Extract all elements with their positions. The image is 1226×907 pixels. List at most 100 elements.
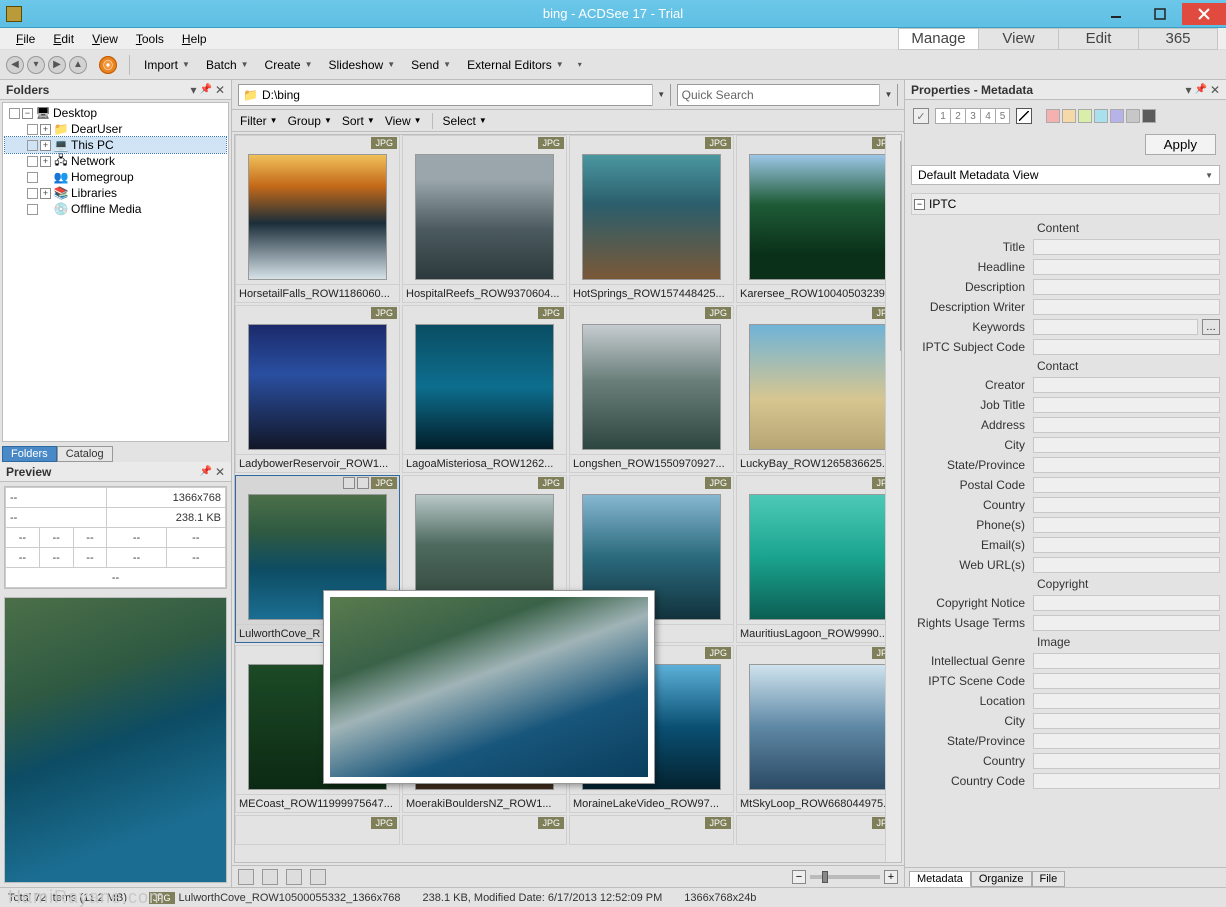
mode-manage[interactable]: Manage	[898, 28, 978, 50]
expand-icon[interactable]: +	[40, 188, 51, 199]
close-panel-icon[interactable]: ✕	[1210, 83, 1220, 97]
node-checkbox[interactable]	[27, 140, 38, 151]
rating-5-button[interactable]: 5	[995, 108, 1010, 124]
overlay-icon[interactable]	[357, 477, 369, 489]
thumbnail-card[interactable]: JPG MtSkyLoop_ROW668044975...	[736, 645, 901, 813]
field-input[interactable]	[1033, 397, 1220, 413]
slideshow-dropdown[interactable]: Slideshow▼	[327, 56, 398, 74]
tag-checkbox[interactable]: ✓	[913, 108, 929, 124]
rating-1-button[interactable]: 1	[935, 108, 950, 124]
tree-node[interactable]: 💿 Offline Media	[5, 201, 226, 217]
overlay-icon[interactable]	[343, 477, 355, 489]
footer-icon[interactable]	[286, 869, 302, 885]
thumbnail-card[interactable]: JPG HospitalReefs_ROW9370604...	[402, 135, 567, 303]
footer-icon[interactable]	[238, 869, 254, 885]
back-button[interactable]: ◀	[6, 56, 24, 74]
zoom-out-button[interactable]: −	[792, 870, 806, 884]
expand-icon[interactable]: +	[40, 140, 51, 151]
field-input[interactable]	[1033, 377, 1220, 393]
field-input[interactable]	[1033, 693, 1220, 709]
thumbnail-card[interactable]: JPG LadybowerReservoir_ROW1...	[235, 305, 400, 473]
field-input[interactable]	[1033, 537, 1220, 553]
field-input[interactable]	[1033, 673, 1220, 689]
zoom-in-button[interactable]: +	[884, 870, 898, 884]
thumbnail-card[interactable]: JPG Karersee_ROW10040503239...	[736, 135, 901, 303]
tree-node[interactable]: 👥 Homegroup	[5, 169, 226, 185]
field-input[interactable]	[1033, 517, 1220, 533]
tree-node[interactable]: − 🖥 Desktop	[5, 105, 226, 121]
thumbnail-card[interactable]: JPG HorsetailFalls_ROW1186060...	[235, 135, 400, 303]
sort-dropdown[interactable]: Sort▼	[342, 114, 375, 128]
node-checkbox[interactable]	[9, 108, 20, 119]
field-input[interactable]	[1033, 299, 1220, 315]
maximize-button[interactable]	[1138, 3, 1182, 25]
close-button[interactable]	[1182, 3, 1226, 25]
field-input[interactable]	[1033, 753, 1220, 769]
batch-dropdown[interactable]: Batch▼	[204, 56, 251, 74]
scrollbar-thumb[interactable]	[900, 141, 902, 351]
up-button[interactable]: ▲	[69, 56, 87, 74]
thumbnail-card[interactable]: JPG HotSprings_ROW157448425...	[569, 135, 734, 303]
field-input[interactable]	[1033, 497, 1220, 513]
thumbnail-card[interactable]: JPG	[402, 815, 567, 845]
pin-icon[interactable]: 📌	[199, 84, 211, 95]
thumbnail-card[interactable]: JPG MauritiusLagoon_ROW9990...	[736, 475, 901, 643]
slider-knob[interactable]	[822, 871, 828, 883]
expand-icon[interactable]: +	[40, 156, 51, 167]
field-input[interactable]	[1033, 713, 1220, 729]
color-label-button[interactable]	[1110, 109, 1124, 123]
folder-tree[interactable]: − 🖥 Desktop + 📁 DearUser + 💻 This PC + 🖧…	[2, 102, 229, 442]
thumbnail-card[interactable]: JPG LagoaMisteriosa_ROW1262...	[402, 305, 567, 473]
field-input[interactable]	[1033, 615, 1220, 631]
close-panel-icon[interactable]: ✕	[215, 83, 225, 97]
footer-icon[interactable]	[310, 869, 326, 885]
view-dropdown[interactable]: View▼	[385, 114, 422, 128]
node-checkbox[interactable]	[27, 156, 38, 167]
color-label-button[interactable]	[1046, 109, 1060, 123]
tree-node[interactable]: + 🖧 Network	[5, 153, 226, 169]
mode-view[interactable]: View	[978, 28, 1058, 50]
thumbnail-card[interactable]: JPG	[569, 815, 734, 845]
tree-node[interactable]: + 📚 Libraries	[5, 185, 226, 201]
thumbnail-card[interactable]: JPG	[235, 815, 400, 845]
field-input[interactable]	[1033, 319, 1198, 335]
thumbnail-area[interactable]: JPG HorsetailFalls_ROW1186060...JPG Hosp…	[234, 134, 902, 863]
mode-edit[interactable]: Edit	[1058, 28, 1138, 50]
tab-catalog[interactable]: Catalog	[57, 446, 113, 462]
close-panel-icon[interactable]: ✕	[215, 465, 225, 479]
expand-icon[interactable]	[40, 204, 51, 215]
menu-edit[interactable]: Edit	[45, 30, 82, 48]
field-input[interactable]	[1033, 595, 1220, 611]
back-history-button[interactable]: ▾	[27, 56, 45, 74]
field-input[interactable]	[1033, 773, 1220, 789]
home-button[interactable]: ⦿	[99, 56, 117, 74]
path-dropdown[interactable]: ▼	[652, 84, 670, 106]
pin-icon[interactable]: 📌	[199, 466, 211, 477]
color-label-button[interactable]	[1062, 109, 1076, 123]
field-input[interactable]	[1033, 457, 1220, 473]
field-input[interactable]	[1033, 339, 1220, 355]
field-input[interactable]	[1033, 477, 1220, 493]
field-input[interactable]	[1033, 733, 1220, 749]
menu-file[interactable]: File	[8, 30, 43, 48]
create-dropdown[interactable]: Create▼	[263, 56, 315, 74]
rating-3-button[interactable]: 3	[965, 108, 980, 124]
import-dropdown[interactable]: Import▼	[142, 56, 192, 74]
tab-folders[interactable]: Folders	[2, 446, 57, 462]
color-label-button[interactable]	[1078, 109, 1092, 123]
menu-tools[interactable]: Tools	[128, 30, 172, 48]
field-input[interactable]	[1033, 557, 1220, 573]
thumbnail-card[interactable]: JPG	[736, 815, 901, 845]
footer-icon[interactable]	[262, 869, 278, 885]
pin-icon[interactable]: 📌	[1194, 84, 1206, 95]
minimize-button[interactable]	[1094, 3, 1138, 25]
node-checkbox[interactable]	[27, 204, 38, 215]
tree-node[interactable]: + 💻 This PC	[5, 137, 226, 153]
tree-node[interactable]: + 📁 DearUser	[5, 121, 226, 137]
expand-icon[interactable]: +	[40, 124, 51, 135]
slider-track[interactable]	[810, 875, 880, 879]
quick-search-dropdown[interactable]: ▼	[879, 84, 897, 106]
field-input[interactable]	[1033, 417, 1220, 433]
mode-365[interactable]: 365	[1138, 28, 1218, 50]
select-dropdown[interactable]: Select▼	[443, 114, 487, 128]
